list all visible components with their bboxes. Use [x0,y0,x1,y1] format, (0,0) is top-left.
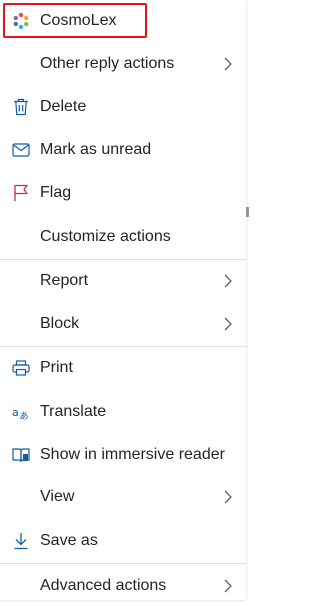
menu-item-report[interactable]: Report [0,261,246,301]
menu-item-customize-actions[interactable]: Customize actions [0,217,246,257]
svg-text:a: a [12,406,19,419]
menu-item-delete[interactable]: Delete [0,87,246,127]
menu-item-label: Save as [40,532,98,549]
menu-item-label: Delete [40,98,87,115]
menu-item-label: Show in immersive reader [40,446,225,463]
immersive-reader-icon [12,446,30,464]
menu-item-mark-as-unread[interactable]: Mark as unread [0,130,246,170]
menu-item-label: Block [40,315,80,332]
background-fragment [246,207,249,217]
menu-item-immersive-reader[interactable]: Show in immersive reader [0,435,246,475]
flag-icon [12,184,30,202]
envelope-icon [12,141,30,159]
selection-highlight-box [3,3,147,38]
menu-item-label: Other reply actions [40,55,175,72]
chevron-right-icon [222,272,234,290]
menu-item-print[interactable]: Print [0,348,246,388]
chevron-right-icon [222,315,234,333]
menu-divider [0,259,246,260]
menu-item-save-as[interactable]: Save as [0,521,246,561]
chevron-right-icon [222,55,234,73]
chevron-right-icon [222,488,234,506]
menu-item-label: Flag [40,184,72,201]
context-menu: CosmoLex Other reply actions Delete Mark… [0,0,246,600]
menu-item-view[interactable]: View [0,477,246,517]
menu-item-label: Report [40,272,89,289]
download-icon [12,532,30,550]
menu-item-label: Translate [40,403,107,420]
trash-icon [12,98,30,116]
menu-item-label: Advanced actions [40,577,167,594]
menu-item-other-reply-actions[interactable]: Other reply actions [0,44,246,84]
menu-divider [0,346,246,347]
menu-item-flag[interactable]: Flag [0,173,246,213]
menu-item-label: Customize actions [40,228,171,245]
menu-item-label: View [40,488,75,505]
menu-item-label: Mark as unread [40,141,152,158]
menu-item-label: Print [40,359,73,376]
menu-divider [0,563,246,564]
menu-item-advanced-actions[interactable]: Advanced actions [0,566,246,606]
chevron-right-icon [222,577,234,595]
menu-item-translate[interactable]: aあ Translate [0,392,246,432]
translate-icon: aあ [12,403,30,421]
menu-item-block[interactable]: Block [0,304,246,344]
svg-text:あ: あ [20,411,29,420]
printer-icon [12,359,30,377]
